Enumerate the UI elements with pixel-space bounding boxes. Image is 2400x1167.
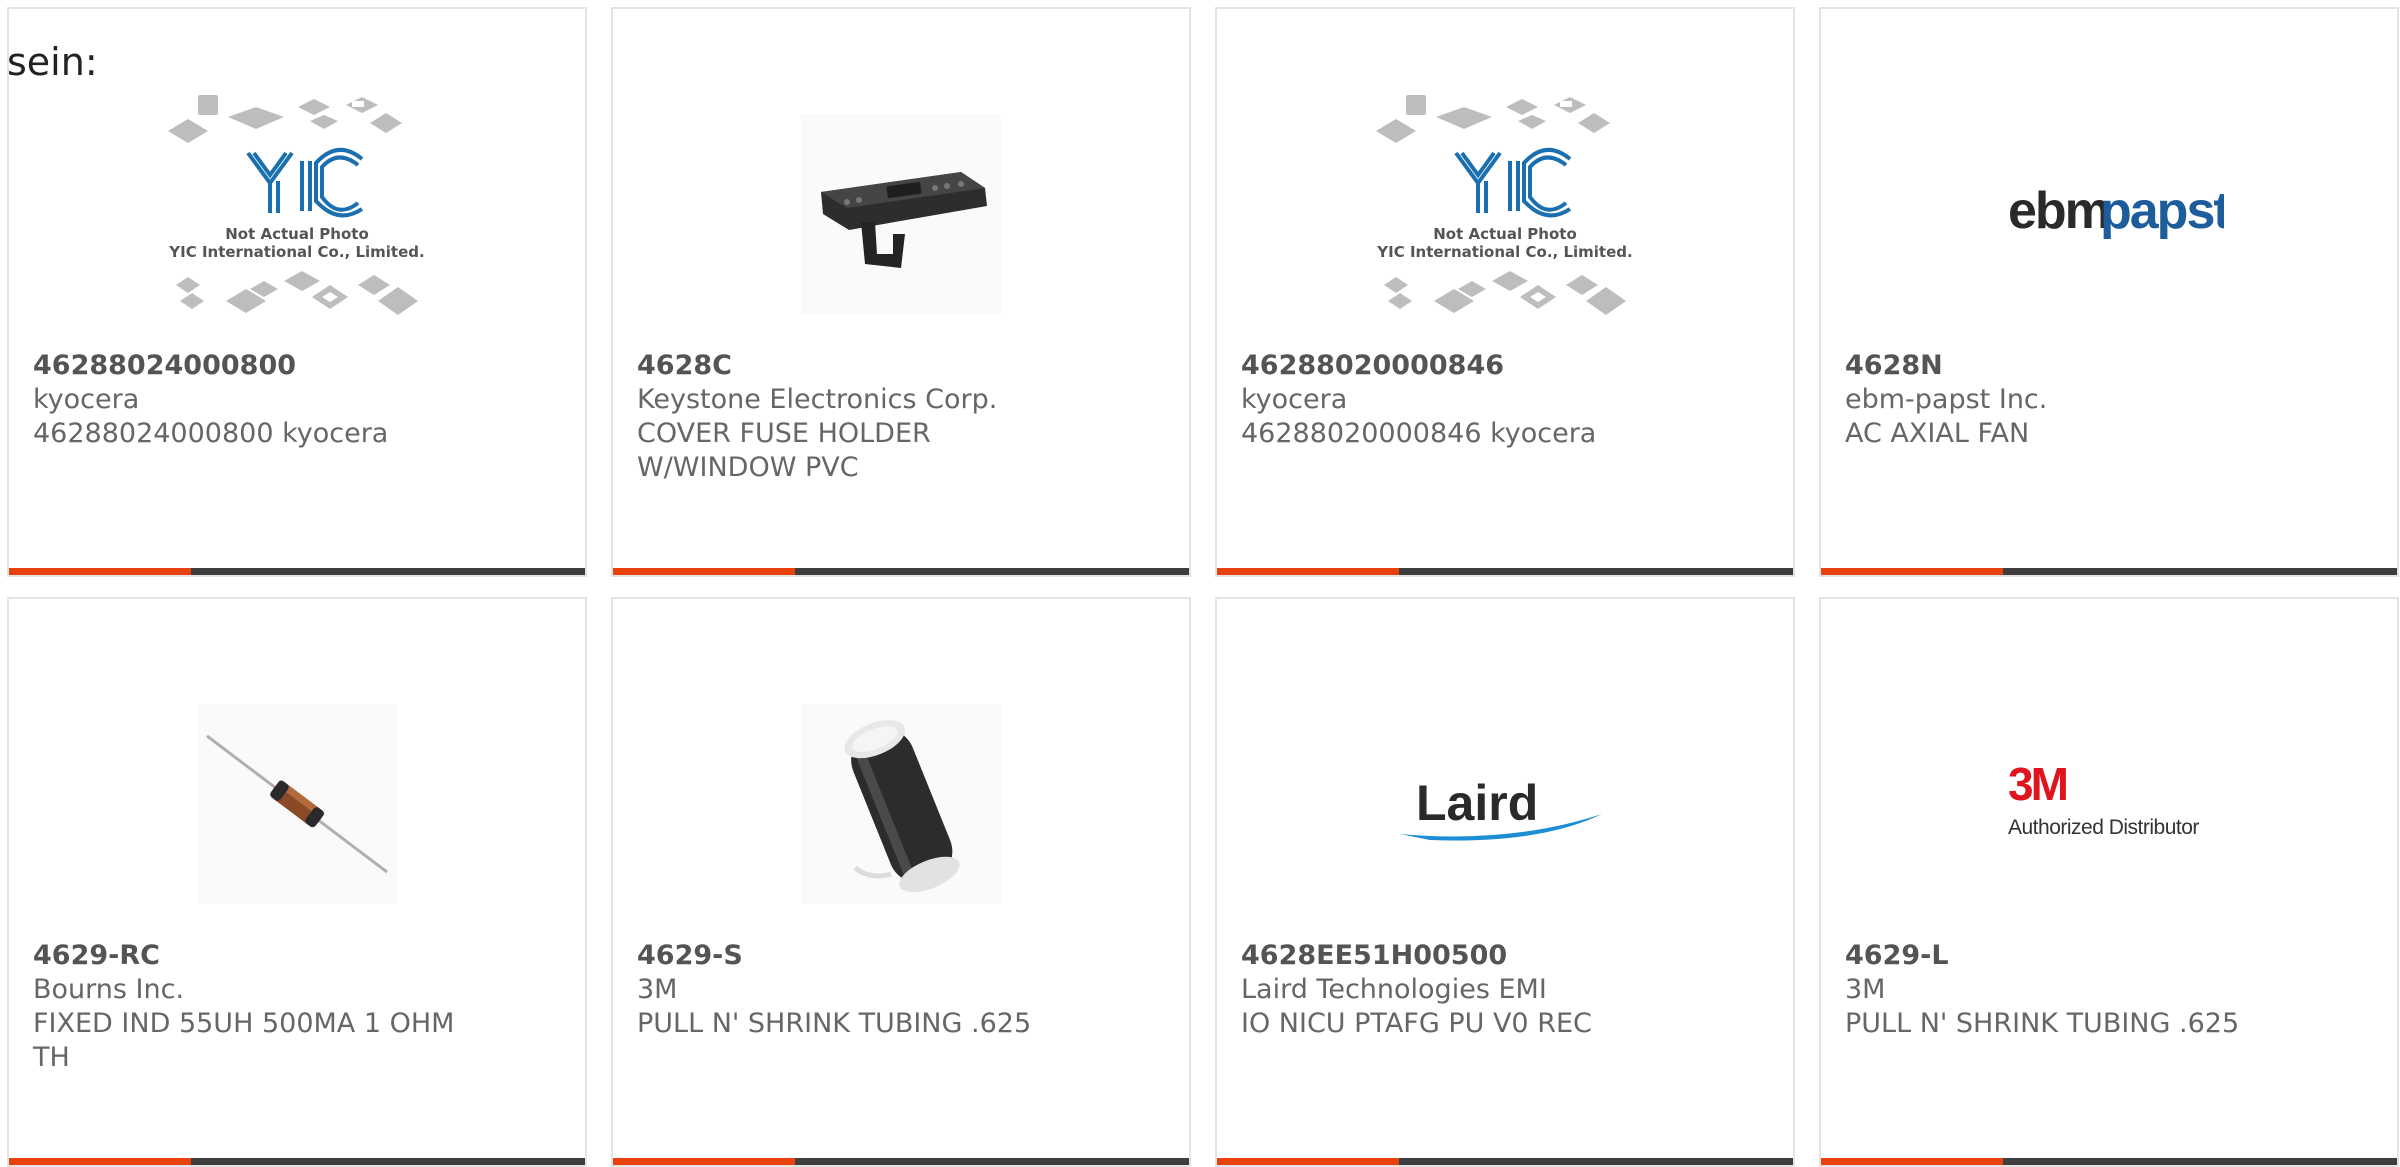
product-card[interactable]: Not Actual Photo YIC International Co., …	[1215, 7, 1795, 577]
card-bar-rest	[2003, 568, 2397, 575]
card-bottom-bar	[1217, 568, 1793, 575]
yic-placeholder-icon: Not Actual Photo YIC International Co., …	[168, 95, 425, 315]
laird-logo-text: Laird	[1416, 775, 1538, 831]
description: FIXED IND 55UH 500MA 1 OHM TH	[33, 1008, 455, 1073]
part-number[interactable]: 4628EE51H00500	[1241, 939, 1769, 973]
description: AC AXIAL FAN	[1845, 418, 2030, 449]
ebmpapst-logo-text-b: papst	[2100, 182, 2224, 240]
product-info: 4628N ebm-papst Inc. AC AXIAL FAN	[1845, 349, 2373, 451]
card-bottom-bar	[9, 568, 585, 575]
yic-image-text-2: YIC International Co., Limited.	[1376, 243, 1632, 261]
part-number[interactable]: 4628N	[1845, 349, 2373, 383]
manufacturer: Laird Technologies EMI	[1241, 974, 1547, 1005]
product-info: 4629-L 3M PULL N' SHRINK TUBING .625	[1845, 939, 2373, 1041]
card-bar-rest	[795, 1158, 1189, 1165]
description: PULL N' SHRINK TUBING .625	[637, 1008, 1032, 1039]
product-info: 4629-S 3M PULL N' SHRINK TUBING .625	[637, 939, 1165, 1041]
product-image[interactable]: Not Actual Photo YIC International Co., …	[1217, 79, 1793, 349]
card-bar-accent	[9, 568, 191, 575]
card-bottom-bar	[9, 1158, 585, 1165]
manufacturer: kyocera	[1241, 384, 1348, 415]
ebmpapst-logo-text-a: ebm	[2008, 182, 2109, 240]
yic-image-text-2: YIC International Co., Limited.	[168, 243, 424, 261]
card-bar-accent	[613, 1158, 795, 1165]
product-info: 46288024000800 kyocera 46288024000800 ky…	[33, 349, 561, 451]
description: COVER FUSE HOLDER W/WINDOW PVC	[637, 418, 931, 483]
card-bottom-bar	[613, 1158, 1189, 1165]
product-info: 4628C Keystone Electronics Corp. COVER F…	[637, 349, 1165, 485]
product-info: 46288020000846 kyocera 46288020000846 ky…	[1241, 349, 1769, 451]
manufacturer: kyocera	[33, 384, 140, 415]
card-bar-rest	[191, 1158, 585, 1165]
part-number[interactable]: 4629-S	[637, 939, 1165, 973]
part-number[interactable]: 4628C	[637, 349, 1165, 383]
3m-logo-subtext: Authorized Distributor	[2008, 816, 2199, 839]
card-bar-rest	[1399, 568, 1793, 575]
shrink-tubing-icon	[801, 704, 1001, 904]
card-bar-accent	[9, 1158, 191, 1165]
card-bar-rest	[795, 568, 1189, 575]
description: PULL N' SHRINK TUBING .625	[1845, 1008, 2240, 1039]
description: 46288024000800 kyocera	[33, 418, 389, 449]
card-bar-rest	[2003, 1158, 2397, 1165]
card-bar-accent	[1217, 1158, 1399, 1165]
description: IO NICU PTAFG PU V0 REC	[1241, 1008, 1592, 1039]
product-card[interactable]: Laird 4628EE51H00500 Laird Technologies …	[1215, 597, 1795, 1167]
product-image[interactable]	[613, 79, 1189, 349]
product-info: 4629-RC Bourns Inc. FIXED IND 55UH 500MA…	[33, 939, 561, 1075]
card-bottom-bar	[1821, 568, 2397, 575]
card-bar-accent	[613, 568, 795, 575]
product-card[interactable]: 4629-S 3M PULL N' SHRINK TUBING .625	[611, 597, 1191, 1167]
card-bottom-bar	[1217, 1158, 1793, 1165]
part-number[interactable]: 46288024000800	[33, 349, 561, 383]
section-label: sein:	[7, 40, 98, 84]
3m-logo-icon: 3M Authorized Distributor	[2008, 758, 2200, 839]
manufacturer: Bourns Inc.	[33, 974, 185, 1005]
product-card[interactable]: 4629-RC Bourns Inc. FIXED IND 55UH 500MA…	[7, 597, 587, 1167]
3m-logo-text: 3M	[2008, 758, 2067, 810]
card-bar-accent	[1821, 1158, 2003, 1165]
card-bottom-bar	[613, 568, 1189, 575]
card-bottom-bar	[1821, 1158, 2397, 1165]
axial-inductor-icon	[197, 704, 397, 904]
product-image[interactable]: Not Actual Photo YIC International Co., …	[9, 79, 585, 349]
product-card[interactable]: ebm papst 4628N ebm-papst Inc. AC AXIAL …	[1819, 7, 2399, 577]
description: 46288020000846 kyocera	[1241, 418, 1597, 449]
product-card[interactable]: Not Actual Photo YIC International Co., …	[7, 7, 587, 577]
product-info: 4628EE51H00500 Laird Technologies EMI IO…	[1241, 939, 1769, 1041]
yic-image-text-1: Not Actual Photo	[1433, 225, 1577, 243]
product-image[interactable]: ebm papst	[1821, 79, 2397, 349]
product-card[interactable]: 4628C Keystone Electronics Corp. COVER F…	[611, 7, 1191, 577]
manufacturer: ebm-papst Inc.	[1845, 384, 2048, 415]
product-image[interactable]: 3M Authorized Distributor	[1821, 669, 2397, 939]
yic-placeholder-icon: Not Actual Photo YIC International Co., …	[1376, 95, 1633, 315]
card-bar-accent	[1217, 568, 1399, 575]
product-card[interactable]: 3M Authorized Distributor 4629-L 3M PULL…	[1819, 597, 2399, 1167]
product-image[interactable]	[613, 669, 1189, 939]
manufacturer: 3M	[1845, 974, 1886, 1005]
part-number[interactable]: 4629-L	[1845, 939, 2373, 973]
manufacturer: Keystone Electronics Corp.	[637, 384, 998, 415]
manufacturer: 3M	[637, 974, 678, 1005]
product-image[interactable]: Laird	[1217, 669, 1793, 939]
product-grid: Not Actual Photo YIC International Co., …	[7, 7, 2399, 1167]
part-number[interactable]: 46288020000846	[1241, 349, 1769, 383]
laird-logo-icon: Laird	[1400, 775, 1602, 841]
fuse-holder-cover-icon	[801, 114, 1001, 314]
product-grid-page: sein: Not Actual Photo YIC International…	[0, 0, 2400, 1167]
card-bar-accent	[1821, 568, 2003, 575]
card-bar-rest	[1399, 1158, 1793, 1165]
ebmpapst-logo-icon: ebm papst	[2008, 182, 2224, 240]
card-bar-rest	[191, 568, 585, 575]
product-image[interactable]	[9, 669, 585, 939]
yic-image-text-1: Not Actual Photo	[225, 225, 369, 243]
part-number[interactable]: 4629-RC	[33, 939, 561, 973]
